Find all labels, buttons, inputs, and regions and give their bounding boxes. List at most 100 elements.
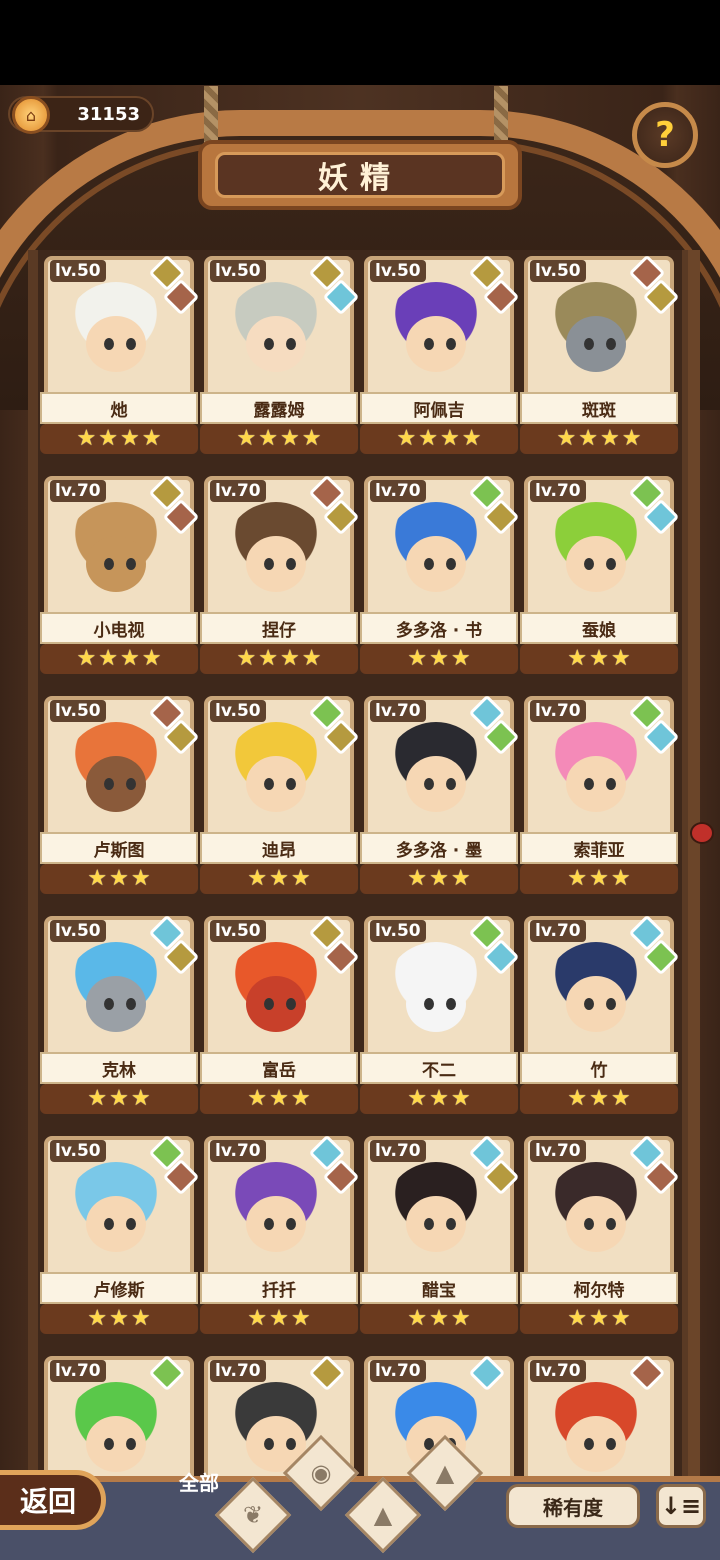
fairy-level: lv.50	[210, 920, 266, 942]
fairy-card[interactable]: lv.70 醋宝 ★ ★ ★	[360, 1134, 520, 1336]
fairy-card[interactable]: lv.50 富岳 ★ ★ ★	[200, 914, 360, 1116]
fairy-card[interactable]: lv.70 扦扦 ★ ★ ★	[200, 1134, 360, 1336]
fairy-eye	[104, 558, 114, 570]
question-icon: ?	[655, 115, 675, 155]
fairy-stars: ★ ★ ★	[40, 1304, 198, 1334]
star-icon: ★	[87, 1086, 108, 1111]
fairy-stars: ★ ★ ★ ★	[520, 424, 678, 454]
fairy-card[interactable]: lv.70 小电视 ★ ★ ★ ★	[40, 474, 200, 676]
fairy-eye	[606, 998, 616, 1010]
fairy-face	[86, 1416, 146, 1472]
fairy-card[interactable]: lv.70 索菲亚 ★ ★ ★	[520, 694, 680, 896]
fairy-card[interactable]: lv.70 柯尔特 ★ ★ ★	[520, 1134, 680, 1336]
fairy-card[interactable]: lv.50 阿佩吉 ★ ★ ★ ★	[360, 254, 520, 456]
fairy-stars: ★ ★ ★ ★	[200, 644, 358, 674]
fairy-name: 竹	[520, 1052, 678, 1084]
star-icon: ★	[87, 866, 108, 891]
fairy-card[interactable]: lv.50 不二 ★ ★ ★	[360, 914, 520, 1116]
fairy-face	[246, 1196, 306, 1252]
star-icon: ★	[269, 1306, 289, 1331]
fairy-card[interactable]: lv.70 多多洛 · 书 ★ ★ ★	[360, 474, 520, 676]
fairy-name: 柯尔特	[520, 1272, 678, 1304]
fairy-card[interactable]: lv.50 卢修斯 ★ ★ ★	[40, 1134, 200, 1336]
fairy-card[interactable]: lv.70 捏仔 ★ ★ ★ ★	[200, 474, 360, 676]
fairy-portrait	[544, 282, 648, 386]
fairy-name: 灺	[40, 392, 198, 424]
fairy-card[interactable]: lv.50 迪昂 ★ ★ ★	[200, 694, 360, 896]
fairy-level: lv.70	[50, 480, 106, 502]
ladybug-scroll-thumb-icon[interactable]	[690, 822, 714, 844]
star-icon: ★	[290, 1086, 311, 1111]
fairy-name: 卢斯图	[40, 832, 198, 864]
fairy-name: 扦扦	[200, 1272, 358, 1304]
fairy-portrait	[64, 282, 168, 386]
fairy-name: 索菲亚	[520, 832, 678, 864]
fairy-eye	[264, 998, 274, 1010]
fairy-face	[86, 536, 146, 592]
coin-icon: ⌂	[12, 96, 50, 134]
fairy-card[interactable]: lv.50 克林 ★ ★ ★	[40, 914, 200, 1116]
fairy-portrait	[224, 1162, 328, 1266]
fairy-stars: ★ ★ ★	[520, 1304, 678, 1334]
fairy-stars: ★ ★ ★	[360, 864, 518, 894]
fairy-name: 斑斑	[520, 392, 678, 424]
fairy-eye	[424, 778, 434, 790]
sort-order-button[interactable]: ↓≡	[656, 1484, 706, 1528]
fairy-level: lv.50	[50, 260, 106, 282]
fairy-level: lv.70	[530, 1140, 586, 1162]
sort-rarity-button[interactable]: 稀有度	[506, 1484, 640, 1528]
fairy-name: 富岳	[200, 1052, 358, 1084]
sort-label: 稀有度	[543, 1495, 603, 1520]
title-sign: 妖精	[198, 140, 522, 210]
fairy-face	[86, 756, 146, 812]
fairy-eye	[126, 1218, 136, 1230]
sprout-icon: ❦	[242, 1501, 264, 1529]
star-icon: ★	[610, 1306, 631, 1331]
star-icon: ★	[461, 426, 482, 451]
star-icon: ★	[621, 426, 642, 451]
fairy-card[interactable]: lv.70 蚕娘 ★ ★ ★	[520, 474, 680, 676]
fairy-eye	[104, 1218, 114, 1230]
fairy-face	[406, 316, 466, 372]
fairy-card[interactable]: lv.70 竹 ★ ★ ★	[520, 914, 680, 1116]
fairy-face	[86, 976, 146, 1032]
fairy-card[interactable]: lv.50 卢斯图 ★ ★ ★	[40, 694, 200, 896]
fairy-card[interactable]: lv.50 露露姆 ★ ★ ★ ★	[200, 254, 360, 456]
filter-plant-button[interactable]: ❦	[214, 1476, 292, 1554]
help-button[interactable]: ?	[632, 102, 698, 168]
fairy-name: 露露姆	[200, 392, 358, 424]
star-icon: ★	[407, 866, 428, 891]
fairy-card[interactable]: lv.70 多多洛 · 墨 ★ ★ ★	[360, 694, 520, 896]
fairy-level: lv.70	[370, 700, 426, 722]
fairy-portrait	[384, 282, 488, 386]
fairy-face	[566, 1416, 626, 1472]
star-icon: ★	[567, 1306, 588, 1331]
fairy-stars: ★ ★ ★	[40, 1084, 198, 1114]
star-icon: ★	[556, 426, 577, 451]
star-icon: ★	[301, 646, 322, 671]
fairy-eye	[584, 558, 594, 570]
back-button[interactable]: 返回	[0, 1470, 106, 1530]
star-icon: ★	[610, 1086, 631, 1111]
fairy-card[interactable]: lv.50 灺 ★ ★ ★ ★	[40, 254, 200, 456]
fairy-portrait	[384, 1162, 488, 1266]
fairy-portrait	[544, 722, 648, 826]
fairy-portrait	[224, 942, 328, 1046]
fairy-name: 卢修斯	[40, 1272, 198, 1304]
star-icon: ★	[269, 866, 289, 891]
fairy-eye	[606, 1218, 616, 1230]
fairy-face	[406, 1196, 466, 1252]
fairy-name: 多多洛 · 书	[360, 612, 518, 644]
fairy-card[interactable]: lv.50 斑斑 ★ ★ ★ ★	[520, 254, 680, 456]
scroll-rail[interactable]	[688, 250, 700, 1480]
fairy-eye	[104, 998, 114, 1010]
fairy-name: 蚕娘	[520, 612, 678, 644]
fairy-face	[246, 536, 306, 592]
star-icon: ★	[301, 426, 322, 451]
fairy-stars: ★ ★ ★	[520, 644, 678, 674]
fairy-portrait	[384, 502, 488, 606]
fairy-eye	[126, 338, 136, 350]
fairy-name: 醋宝	[360, 1272, 518, 1304]
fairy-eye	[446, 558, 456, 570]
filter-rock-button[interactable]: ▲	[406, 1434, 484, 1512]
